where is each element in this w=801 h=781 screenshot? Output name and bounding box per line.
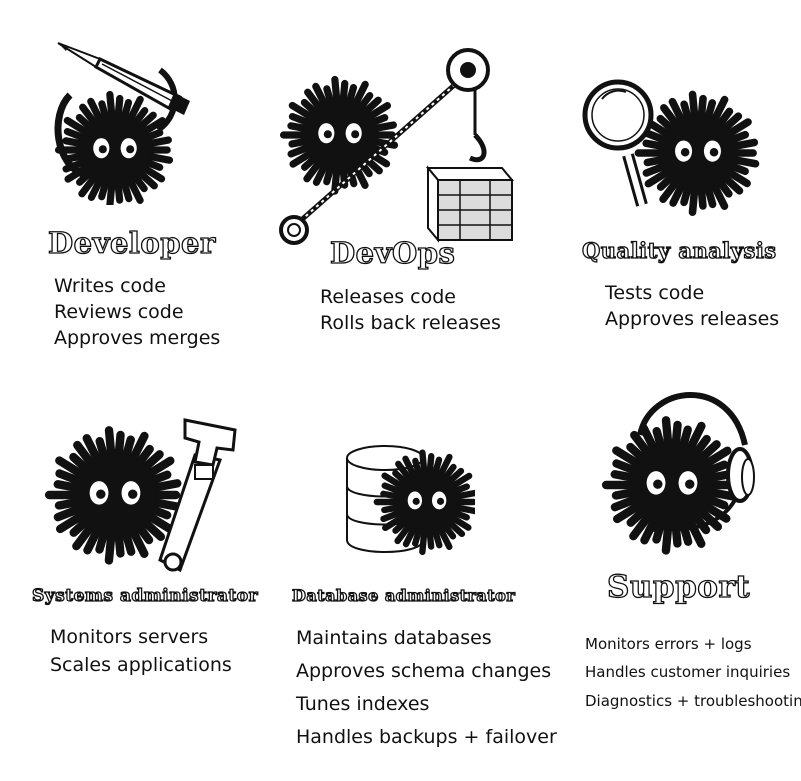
- role-duty: Diagnostics + troubleshooting: [585, 692, 801, 710]
- soot-sprite-support: [601, 416, 740, 555]
- systems-administrator-illustration: [44, 418, 237, 573]
- role-duty: Handles backups + failover: [296, 726, 557, 748]
- role-title: Database administrator: [291, 585, 516, 605]
- role-duty: Rolls back releases: [320, 312, 501, 334]
- role-title: DevOps: [329, 235, 456, 270]
- soot-sprite-devops: [279, 75, 399, 195]
- role-duty: Scales applications: [50, 654, 232, 676]
- database-administrator-illustration: [346, 445, 475, 556]
- support-illustration: [601, 392, 755, 555]
- role-duty: Maintains databases: [296, 627, 492, 649]
- soot-sprite-sysadmin: [44, 426, 183, 565]
- magnifying-glass-icon: [582, 79, 654, 207]
- quality-analysis-illustration: [582, 79, 760, 217]
- role-title: Quality analysis: [581, 237, 777, 263]
- role-duty: Monitors servers: [50, 626, 209, 648]
- role-duty: Approves releases: [605, 308, 780, 330]
- role-duty: Approves merges: [54, 327, 221, 349]
- role-duty: Tests code: [605, 282, 705, 304]
- role-duty: Reviews code: [54, 301, 184, 323]
- role-duty: Handles customer inquiries: [585, 663, 791, 681]
- role-duty: Approves schema changes: [296, 660, 552, 682]
- role-duty: Tunes indexes: [296, 693, 430, 715]
- devops-illustration: [279, 48, 515, 245]
- role-title: Systems administrator: [31, 585, 259, 606]
- role-duty: Releases code: [320, 286, 456, 308]
- soot-sprite-developer: [54, 90, 174, 205]
- role-title: Support: [606, 568, 751, 605]
- soot-sprite-quality: [634, 90, 760, 217]
- role-duty: Monitors errors + logs: [585, 635, 752, 653]
- role-title: Developer: [47, 225, 216, 260]
- developer-illustration: [54, 42, 190, 205]
- role-duty: Writes code: [54, 275, 166, 297]
